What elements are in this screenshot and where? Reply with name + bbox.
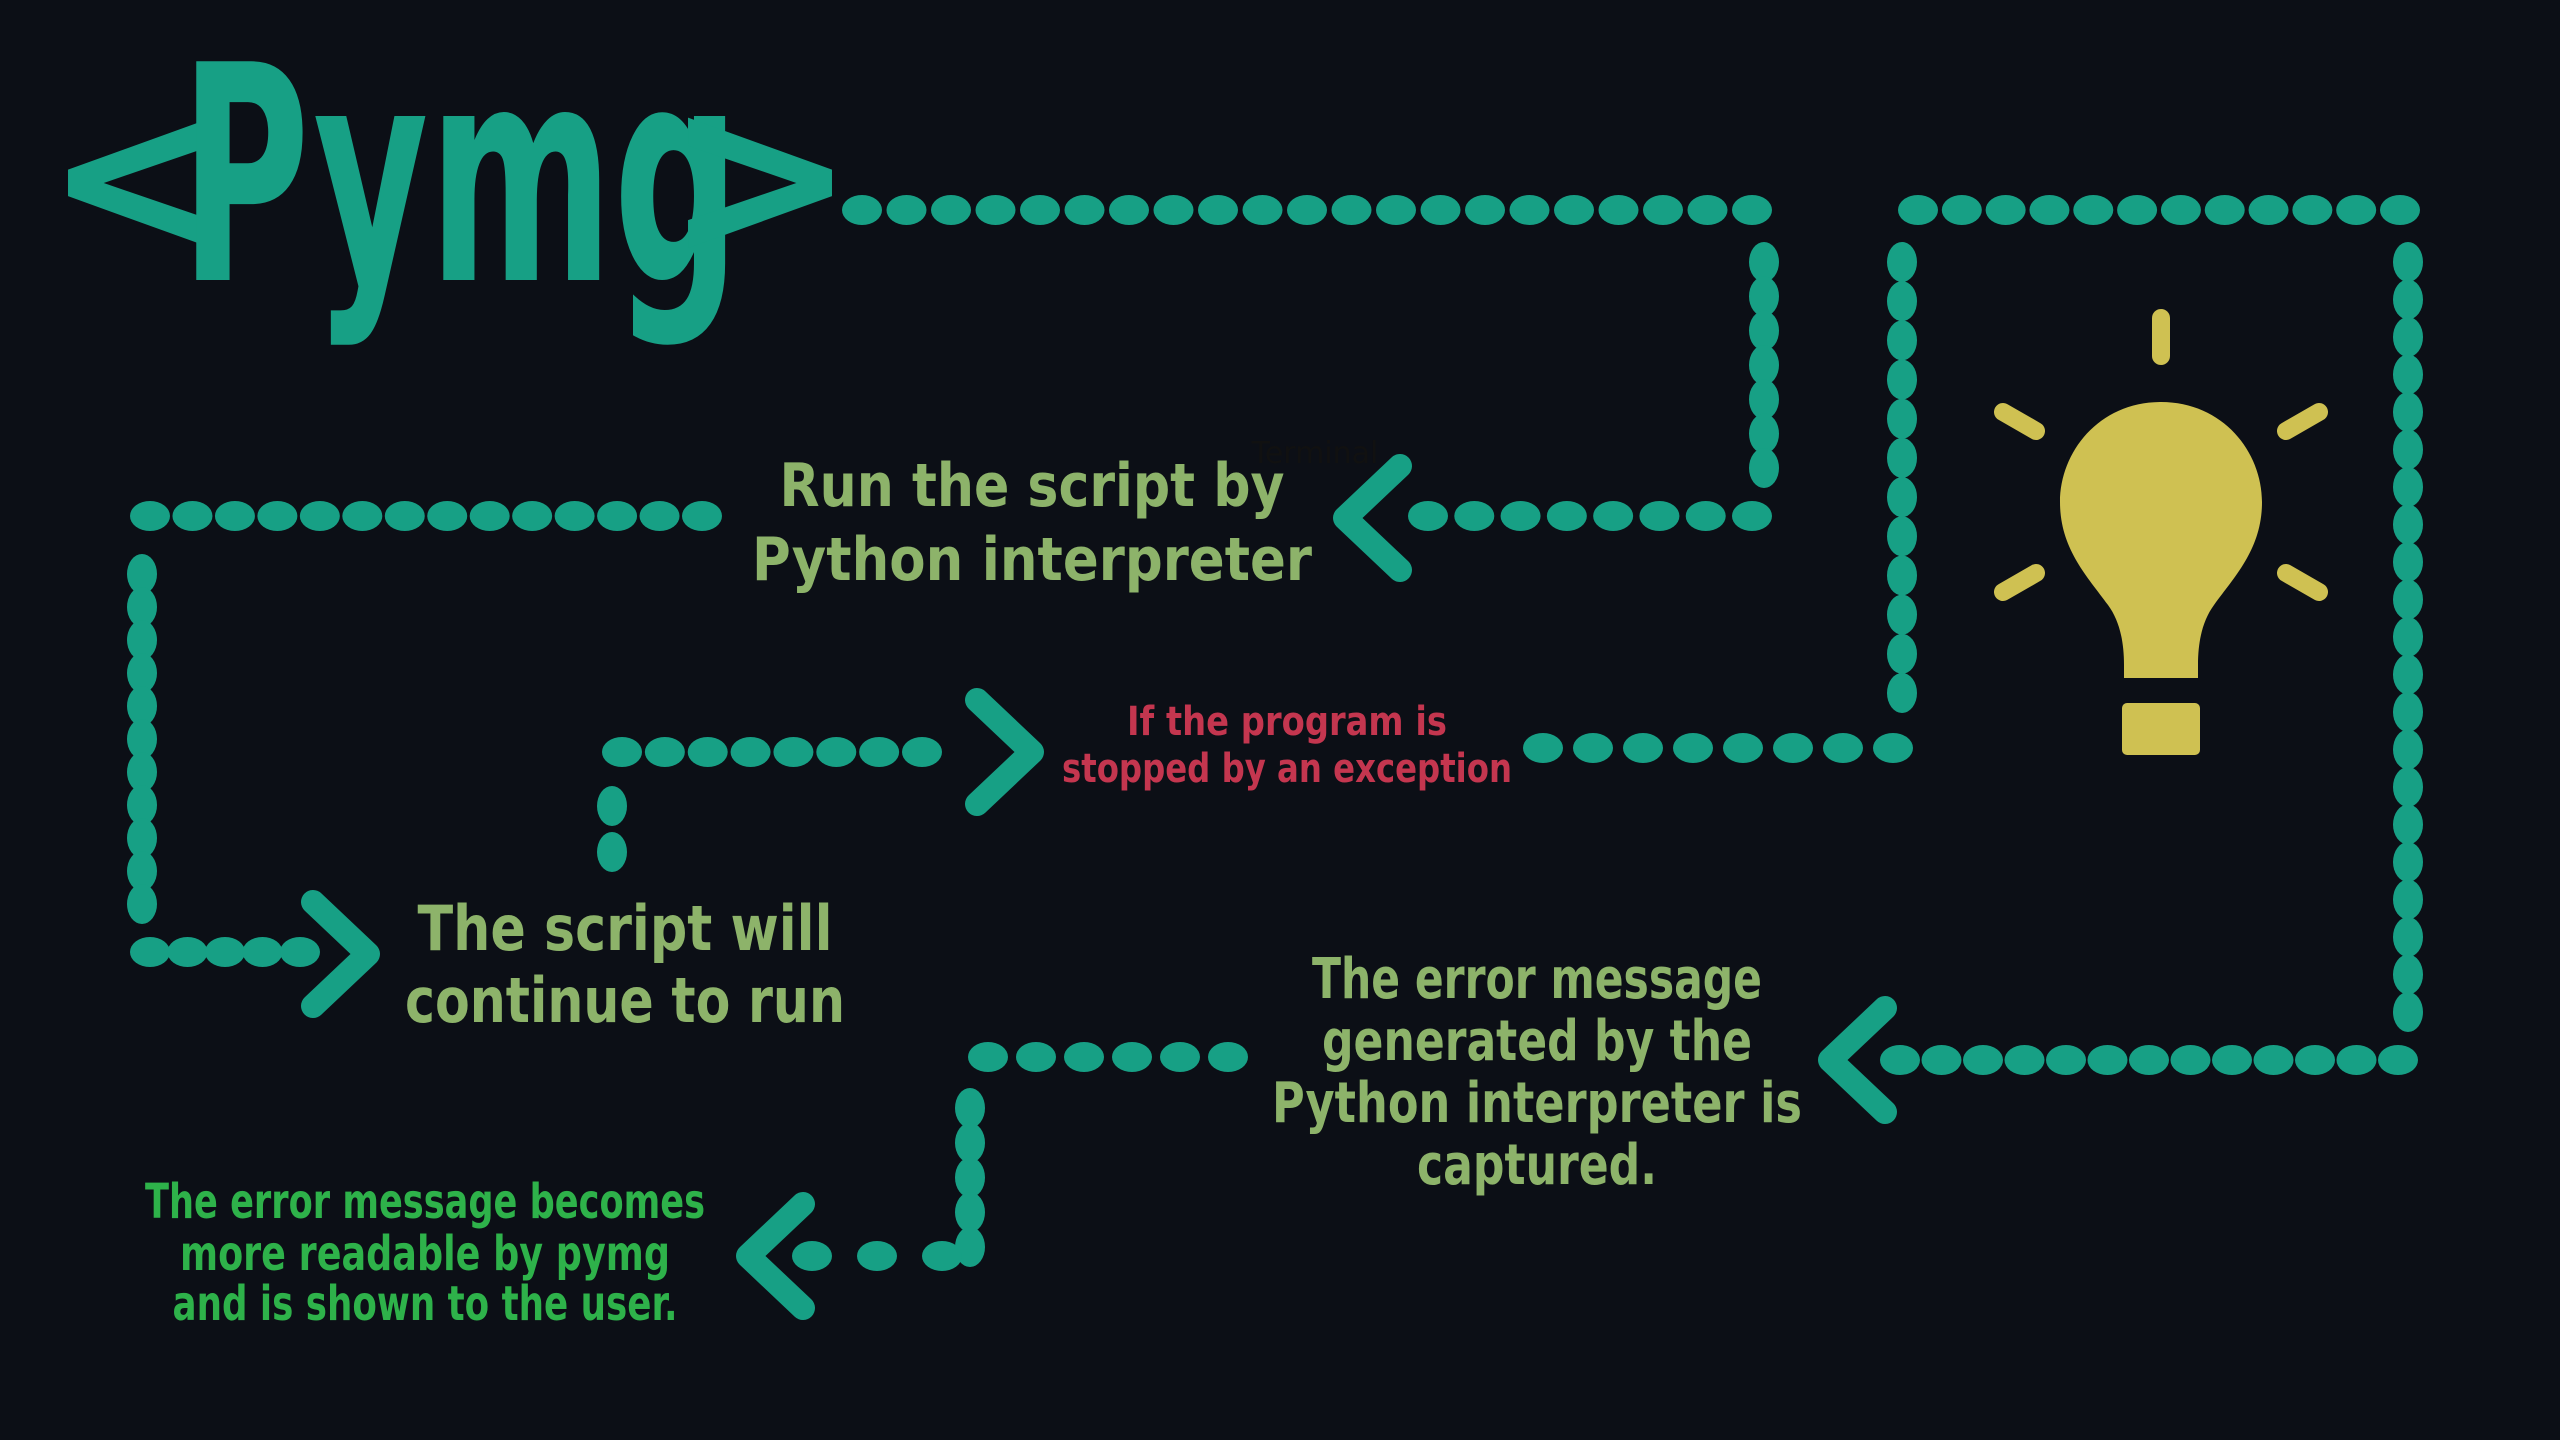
connector-bulb-right-down (2393, 242, 2423, 1032)
run-script-line-1: Run the script by (780, 451, 1285, 521)
continue-run-line-2: continue to run (405, 964, 845, 1037)
error-captured-line-2: generated by the (1322, 1009, 1752, 1074)
connector-to-readable (792, 1241, 962, 1271)
connector-to-continue (130, 937, 320, 967)
readable-error-line-2: more readable by pymg (180, 1226, 670, 1282)
readable-error-line-1: The error message becomes (145, 1174, 705, 1230)
step-exception: If the program is stopped by an exceptio… (1062, 699, 1512, 792)
readable-error-line-3: and is shown to the user. (173, 1276, 678, 1332)
step-run-script: Run the script by Python interpreter Ter… (752, 436, 1378, 595)
connector-left-down (127, 554, 157, 924)
terminal-label: Terminal (1251, 436, 1379, 471)
logo: < Pymg > (44, 2, 857, 351)
error-captured-line-3: Python interpreter is (1272, 1071, 1802, 1136)
step-readable-error: The error message becomes more readable … (145, 1174, 705, 1332)
pymg-flow-diagram: < Pymg > Run the script by Python interp… (0, 0, 2560, 1440)
connector-captured-down (955, 1088, 985, 1267)
continue-run-line-1: The script will (418, 892, 833, 965)
connector-logo-top (842, 195, 1772, 225)
logo-title: Pymg (180, 2, 740, 351)
step-continue-run: The script will continue to run (405, 892, 845, 1037)
logo-bracket-right: > (664, 43, 857, 310)
run-script-line-2: Python interpreter (752, 525, 1312, 595)
error-captured-line-4: captured. (1417, 1133, 1657, 1198)
exception-line-2: stopped by an exception (1062, 746, 1512, 792)
error-captured-line-1: The error message (1312, 947, 1762, 1012)
exception-line-1: If the program is (1127, 699, 1447, 745)
